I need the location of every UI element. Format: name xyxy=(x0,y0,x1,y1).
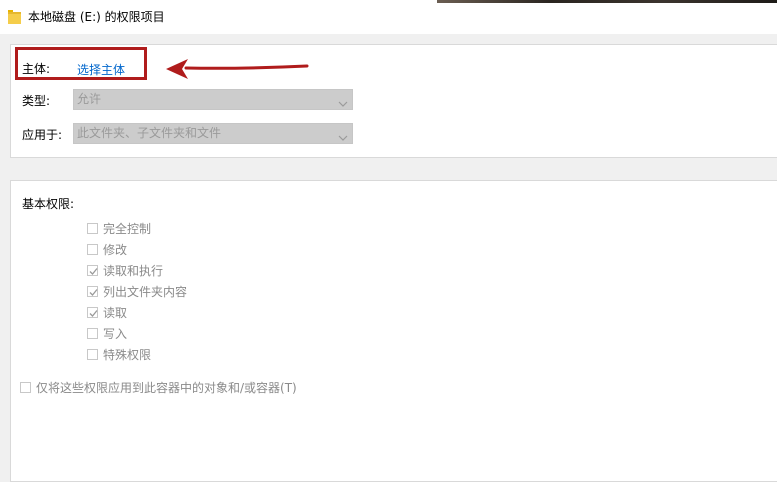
type-dropdown[interactable]: 允许 xyxy=(73,89,353,110)
checkbox[interactable] xyxy=(87,328,98,339)
applies-to-dropdown-value: 此文件夹、子文件夹和文件 xyxy=(77,126,222,140)
chevron-down-icon xyxy=(338,129,348,141)
checkbox[interactable] xyxy=(20,382,31,393)
applies-to-dropdown[interactable]: 此文件夹、子文件夹和文件 xyxy=(73,123,353,144)
type-label: 类型: xyxy=(22,94,51,108)
checkbox[interactable] xyxy=(87,307,98,318)
checkbox[interactable] xyxy=(87,349,98,360)
checkbox[interactable] xyxy=(87,286,98,297)
folder-icon xyxy=(8,9,21,24)
checkbox[interactable] xyxy=(87,265,98,276)
checkbox[interactable] xyxy=(87,244,98,255)
checkmark-icon xyxy=(89,310,98,317)
checkmark-icon xyxy=(89,289,98,296)
basic-permissions-heading: 基本权限: xyxy=(22,197,75,211)
checkbox[interactable] xyxy=(87,223,98,234)
background-strip xyxy=(437,0,777,3)
select-principal-link[interactable]: 选择主体 xyxy=(77,62,125,78)
arrow-annotation xyxy=(164,56,310,85)
window-title: 本地磁盘 (E:) 的权限项目 xyxy=(28,10,165,24)
applies-to-label: 应用于: xyxy=(22,128,63,142)
type-dropdown-value: 允许 xyxy=(77,92,102,106)
title-bar: 本地磁盘 (E:) 的权限项目 xyxy=(0,0,777,34)
checkmark-icon xyxy=(89,268,98,275)
principal-label: 主体: xyxy=(22,62,51,76)
chevron-down-icon xyxy=(338,95,348,107)
